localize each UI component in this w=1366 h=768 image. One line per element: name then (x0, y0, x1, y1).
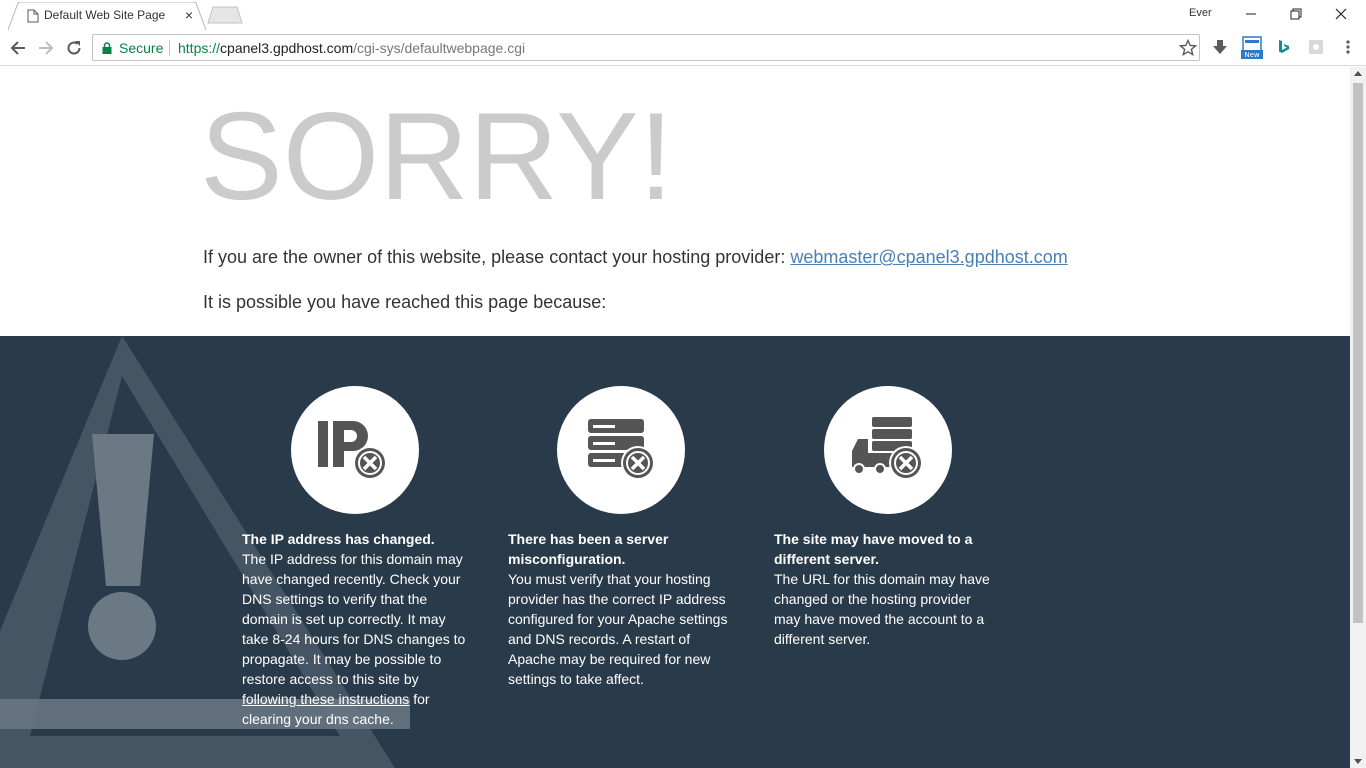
page-viewport: SORRY! If you are the owner of this webs… (0, 67, 1350, 768)
puzzle-extension-icon (1309, 40, 1323, 54)
url-path: /cgi-sys/defaultwebpage.cgi (353, 40, 526, 56)
back-button[interactable] (6, 36, 30, 60)
download-button[interactable] (1208, 35, 1232, 59)
download-icon (1213, 40, 1227, 54)
menu-button[interactable] (1336, 35, 1360, 59)
reason-3-text: The site may have moved to a different s… (774, 529, 999, 649)
star-icon[interactable] (1179, 39, 1197, 57)
dns-instructions-link[interactable]: following these instructions (242, 691, 409, 707)
vertical-scrollbar[interactable] (1350, 67, 1366, 768)
ext-badge-text: New (1244, 51, 1260, 59)
ip-error-circle (291, 386, 419, 514)
bing-extension-button[interactable] (1272, 35, 1296, 59)
bing-icon (1279, 40, 1289, 53)
close-window-button[interactable] (1318, 0, 1364, 28)
reasons-intro: It is possible you have reached this pag… (203, 292, 607, 312)
extension-new-button[interactable]: New (1240, 35, 1264, 59)
restore-button[interactable] (1273, 0, 1319, 28)
url-text[interactable]: https://cpanel3.gpdhost.com/cgi-sys/defa… (178, 40, 525, 56)
url-scheme: https:// (178, 40, 221, 56)
secure-label: Secure (119, 40, 164, 56)
news-extension-icon: New (1241, 36, 1263, 59)
omnibox-separator (169, 40, 170, 56)
url-host: cpanel3.gpdhost.com (220, 40, 354, 56)
server-error-icon (588, 419, 655, 480)
reason-3-body: The URL for this domain may have changed… (774, 571, 990, 647)
reason-3-title: The site may have moved to a different s… (774, 531, 973, 567)
restore-icon (1290, 8, 1302, 20)
browser-toolbar: Secure https://cpanel3.gpdhost.com/cgi-s… (0, 30, 1366, 66)
back-arrow-icon (10, 41, 25, 55)
contact-line: If you are the owner of this website, pl… (203, 247, 1068, 268)
page-headline: SORRY! (200, 88, 674, 226)
minimize-icon (1246, 13, 1256, 15)
address-bar[interactable]: Secure https://cpanel3.gpdhost.com/cgi-s… (92, 34, 1200, 61)
extension-button[interactable] (1304, 35, 1328, 59)
reason-2-body: You must verify that your hosting provid… (508, 571, 728, 687)
tab-title: Default Web Site Page (44, 8, 166, 22)
reload-icon (67, 41, 81, 55)
reason-1-title: The IP address has changed. (242, 531, 435, 547)
minimize-button[interactable] (1228, 0, 1274, 28)
lock-icon (102, 42, 112, 54)
reasons-section: The IP address has changed. The IP addres… (0, 336, 1350, 768)
ip-error-icon (318, 421, 387, 480)
new-tab-button[interactable] (206, 6, 244, 24)
reason-1-body: The IP address for this domain may have … (242, 551, 466, 687)
reason-2-text: There has been a server misconfiguration… (508, 529, 738, 689)
server-error-circle (557, 386, 685, 514)
scrollbar-thumb[interactable] (1353, 83, 1363, 623)
contact-text: If you are the owner of this website, pl… (203, 247, 791, 267)
truck-error-icon (852, 417, 923, 480)
forward-arrow-icon (39, 41, 54, 55)
page-icon (27, 9, 39, 23)
webmaster-email-link[interactable]: webmaster@cpanel3.gpdhost.com (790, 247, 1067, 267)
truck-error-circle (824, 386, 952, 514)
scroll-down-arrow-icon[interactable] (1354, 759, 1362, 764)
scroll-up-arrow-icon[interactable] (1354, 71, 1362, 76)
menu-icon (1346, 40, 1350, 54)
reload-button[interactable] (62, 36, 86, 60)
profile-name[interactable]: Ever (1189, 7, 1212, 19)
reason-2-title: There has been a server misconfiguration… (508, 531, 669, 567)
tab-strip: Default Web Site Page × Ever (0, 0, 1366, 30)
forward-button[interactable] (34, 36, 58, 60)
tab-default-web-site-page[interactable]: Default Web Site Page × (8, 2, 207, 30)
reason-1-text: The IP address has changed. The IP addres… (242, 529, 472, 729)
tab-close-icon[interactable]: × (182, 7, 196, 23)
close-icon (1335, 8, 1347, 20)
